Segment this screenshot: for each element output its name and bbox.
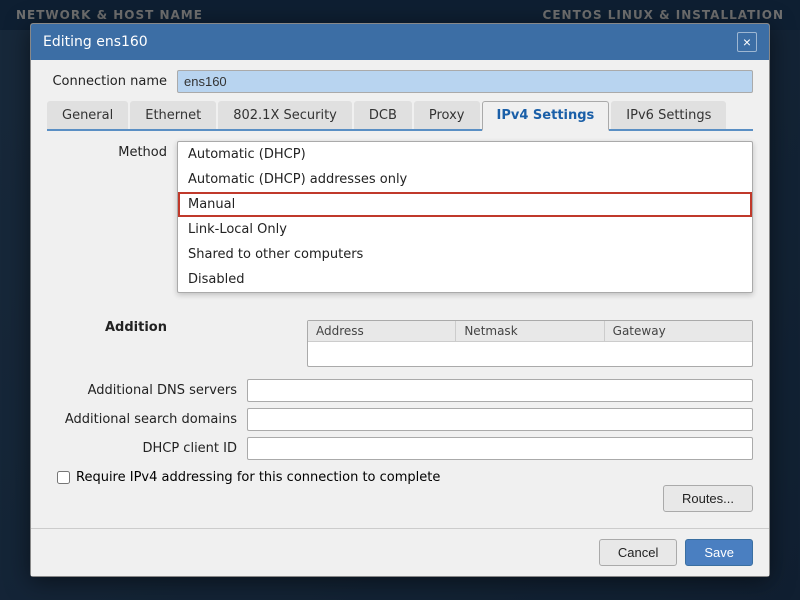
dropdown-open: Automatic (DHCP) Automatic (DHCP) addres…: [177, 141, 753, 293]
tab-ipv4[interactable]: IPv4 Settings: [482, 101, 610, 131]
method-label: Method: [47, 141, 177, 160]
dropdown-item-shared[interactable]: Shared to other computers: [178, 242, 752, 267]
dialog-footer: Cancel Save: [31, 528, 769, 576]
additional-label: Addition: [47, 320, 177, 335]
dropdown-item-auto-dhcp-addr[interactable]: Automatic (DHCP) addresses only: [178, 167, 752, 192]
search-domains-label: Additional search domains: [47, 412, 247, 427]
tab-proxy[interactable]: Proxy: [414, 101, 480, 129]
search-domains-row: Additional search domains: [47, 408, 753, 431]
additional-section: Addition Address Netmask Gateway: [47, 320, 753, 518]
dropdown-item-link-local[interactable]: Link-Local Only: [178, 217, 752, 242]
dropdown-item-manual[interactable]: Manual: [178, 192, 752, 217]
dns-servers-label: Additional DNS servers: [47, 383, 247, 398]
dropdown-item-disabled[interactable]: Disabled: [178, 267, 752, 292]
search-domains-input[interactable]: [247, 408, 753, 431]
tab-content-ipv4: Method Automatic (DHCP) Automatic (DHCP)…: [47, 141, 753, 518]
tab-802-1x[interactable]: 802.1X Security: [218, 101, 352, 129]
addresses-row: Addition Address Netmask Gateway: [47, 320, 753, 375]
addresses-header: Address Netmask Gateway: [308, 321, 752, 342]
connection-name-label: Connection name: [47, 74, 177, 89]
connection-name-input[interactable]: [177, 70, 753, 93]
tab-ipv6[interactable]: IPv6 Settings: [611, 101, 726, 129]
dhcp-client-id-input[interactable]: [247, 437, 753, 460]
tab-dcb[interactable]: DCB: [354, 101, 412, 129]
dns-servers-row: Additional DNS servers: [47, 379, 753, 402]
routes-area: Routes...: [47, 485, 753, 518]
addr-col-gateway: Gateway: [605, 321, 752, 341]
require-ipv4-checkbox[interactable]: [57, 471, 70, 484]
tab-ethernet[interactable]: Ethernet: [130, 101, 216, 129]
addresses-empty-row: [308, 342, 752, 366]
addr-col-address: Address: [308, 321, 456, 341]
method-row: Method Automatic (DHCP) Automatic (DHCP)…: [47, 141, 753, 160]
close-button[interactable]: ×: [737, 32, 757, 52]
save-button[interactable]: Save: [685, 539, 753, 566]
require-ipv4-label: Require IPv4 addressing for this connect…: [76, 470, 440, 485]
connection-name-row: Connection name: [47, 70, 753, 93]
tabs-bar: General Ethernet 802.1X Security DCB Pro…: [47, 101, 753, 131]
cancel-button[interactable]: Cancel: [599, 539, 677, 566]
require-ipv4-row: Require IPv4 addressing for this connect…: [57, 470, 753, 485]
addr-col-netmask: Netmask: [456, 321, 604, 341]
dhcp-client-id-label: DHCP client ID: [47, 441, 247, 456]
dialog-title: Editing ens160: [43, 34, 148, 50]
dns-servers-input[interactable]: [247, 379, 753, 402]
dialog-overlay: Editing ens160 × Connection name General…: [0, 0, 800, 600]
dialog-body: Connection name General Ethernet 802.1X …: [31, 60, 769, 528]
dialog-titlebar: Editing ens160 ×: [31, 24, 769, 60]
dropdown-item-auto-dhcp[interactable]: Automatic (DHCP): [178, 142, 752, 167]
addresses-table: Address Netmask Gateway: [307, 320, 753, 367]
tab-general[interactable]: General: [47, 101, 128, 129]
dhcp-client-id-row: DHCP client ID: [47, 437, 753, 460]
editing-dialog: Editing ens160 × Connection name General…: [30, 23, 770, 577]
routes-button[interactable]: Routes...: [663, 485, 753, 512]
